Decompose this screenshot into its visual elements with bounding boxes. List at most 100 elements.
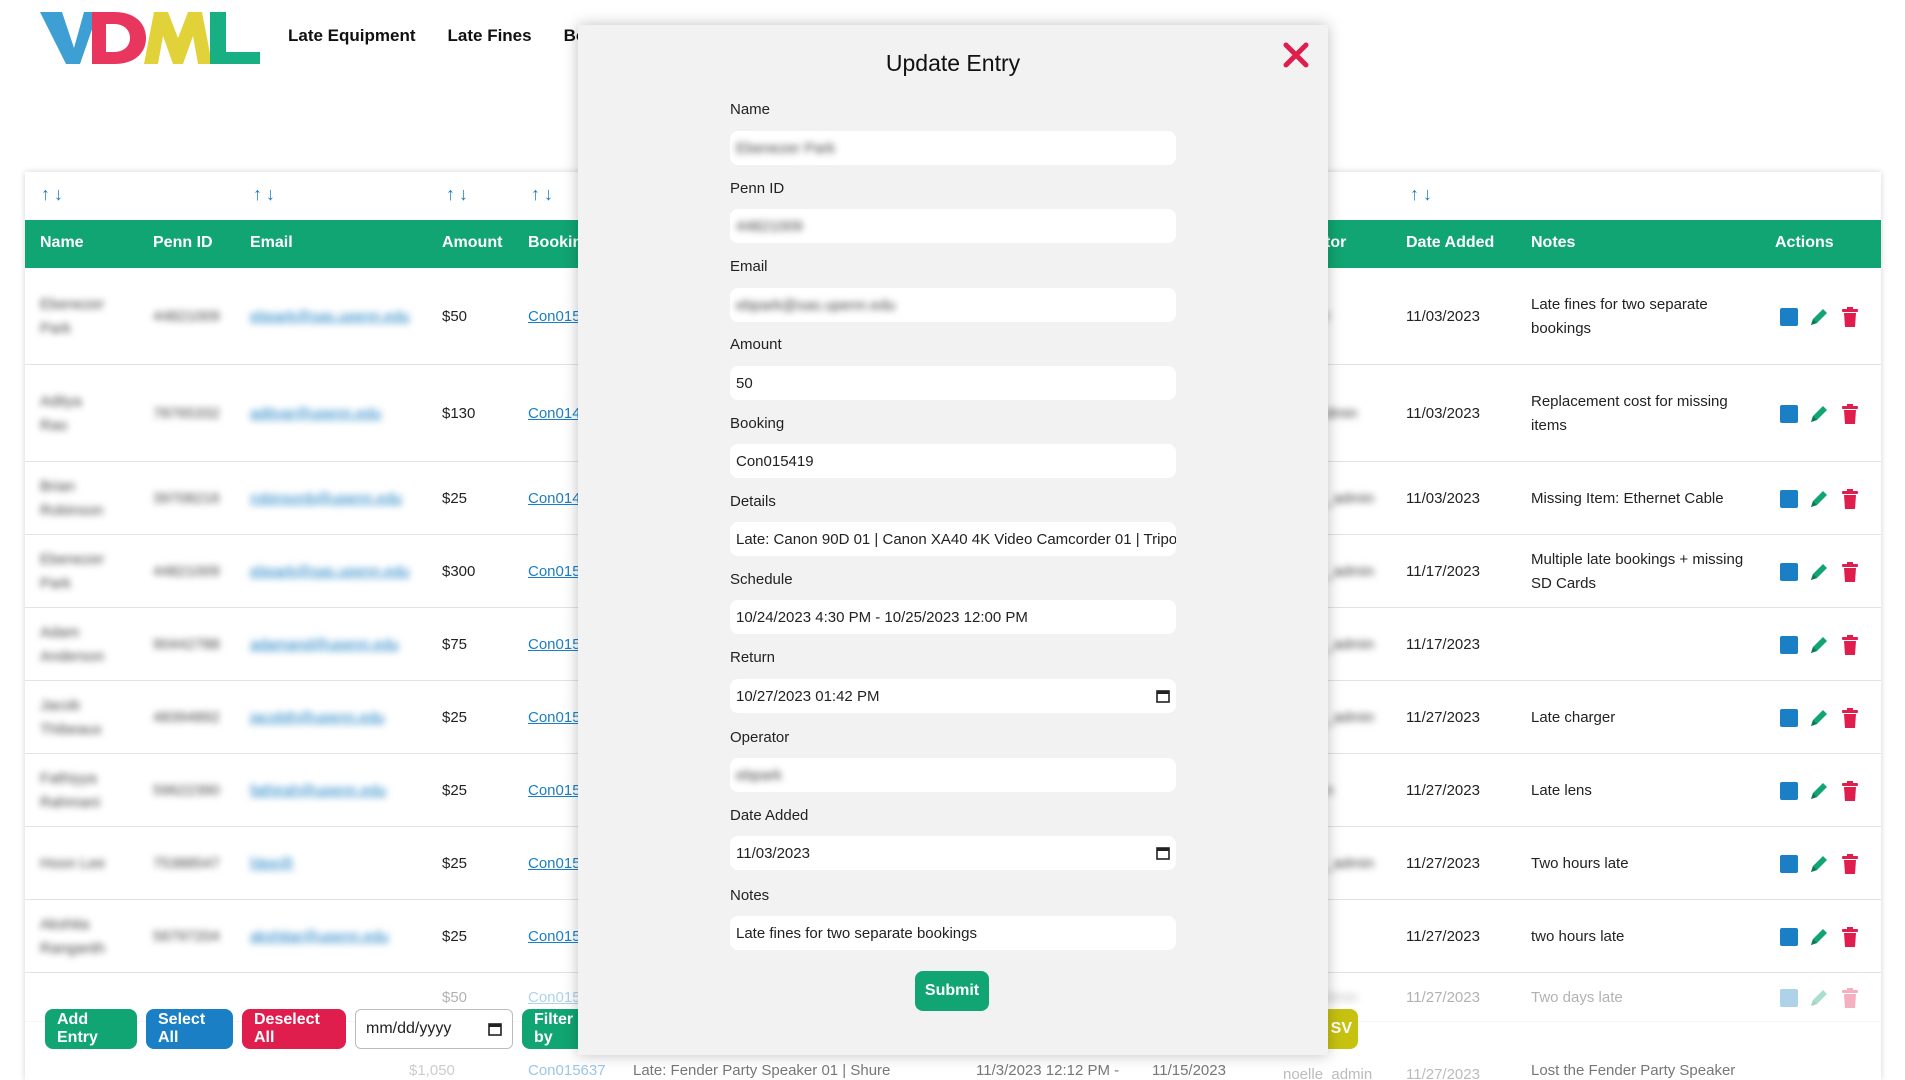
edit-pencil-icon[interactable] — [1808, 707, 1830, 729]
row-actions — [1780, 707, 1860, 729]
booking-field[interactable]: Con015419 — [730, 444, 1176, 478]
select-checkbox-icon[interactable] — [1780, 562, 1798, 581]
select-checkbox-icon[interactable] — [1780, 307, 1798, 326]
submit-button[interactable]: Submit — [915, 971, 989, 1011]
delete-trash-icon[interactable] — [1840, 634, 1860, 656]
partial-booking[interactable]: Con015637 — [528, 1062, 606, 1079]
cell-email[interactable]: adityar@upenn.edu — [250, 405, 381, 422]
return-field[interactable]: 10/27/2023 01:42 PM — [730, 679, 1176, 713]
calendar-icon[interactable] — [488, 1022, 502, 1036]
sort-date-added-arrows-icon[interactable]: ↑↓ — [1410, 184, 1436, 205]
email-field[interactable]: ebpark@sas.upenn.edu — [730, 288, 1176, 322]
cell-email[interactable]: adamand@upenn.edu — [250, 636, 399, 653]
delete-trash-icon[interactable] — [1840, 926, 1860, 948]
nav-late-equipment[interactable]: Late Equipment — [288, 26, 416, 46]
cell-booking[interactable]: Con015 — [528, 563, 581, 580]
delete-trash-icon[interactable] — [1840, 561, 1860, 583]
cell-email[interactable]: akshitar@upenn.edu — [250, 928, 389, 945]
col-date-added[interactable]: Date Added — [1406, 234, 1494, 252]
cell-email[interactable]: hlee@ — [250, 855, 294, 872]
sort-booking-arrows-icon[interactable]: ↑↓ — [531, 184, 557, 205]
row-actions — [1780, 853, 1860, 875]
row-actions — [1780, 488, 1860, 510]
schedule-value: 10/24/2023 4:30 PM - 10/25/2023 12:00 PM — [736, 608, 1028, 626]
cell-email[interactable]: ebpark@sas.upenn.edu — [250, 563, 410, 580]
cell-booking[interactable]: Con015 — [528, 989, 581, 1006]
delete-trash-icon[interactable] — [1840, 306, 1860, 328]
cell-date-added: 11/17/2023 — [1406, 636, 1480, 653]
select-checkbox-icon[interactable] — [1780, 854, 1798, 873]
cell-name: Adam Anderson — [40, 624, 105, 665]
name-field[interactable]: Ebenezer Park — [730, 131, 1176, 165]
cell-operator: _admin — [1325, 855, 1375, 872]
edit-pencil-icon[interactable] — [1808, 561, 1830, 583]
col-name[interactable]: Name — [40, 234, 84, 252]
nav-late-fines[interactable]: Late Fines — [448, 26, 532, 46]
details-value: Late: Canon 90D 01 | Canon XA40 4K Video… — [736, 530, 1176, 548]
cell-email[interactable]: jacobth@upenn.edu — [250, 709, 385, 726]
edit-pencil-icon[interactable] — [1808, 488, 1830, 510]
notes-field[interactable]: Late fines for two separate bookings — [730, 916, 1176, 950]
schedule-field[interactable]: 10/24/2023 4:30 PM - 10/25/2023 12:00 PM — [730, 600, 1176, 634]
cell-name: Hoon Lee — [40, 855, 106, 872]
penn-id-field[interactable]: 44821009 — [730, 209, 1176, 243]
delete-trash-icon[interactable] — [1840, 403, 1860, 425]
delete-trash-icon[interactable] — [1840, 987, 1860, 1009]
delete-trash-icon[interactable] — [1840, 488, 1860, 510]
select-checkbox-icon[interactable] — [1780, 404, 1798, 423]
delete-trash-icon[interactable] — [1840, 853, 1860, 875]
select-checkbox-icon[interactable] — [1780, 927, 1798, 946]
details-field[interactable]: Late: Canon 90D 01 | Canon XA40 4K Video… — [730, 522, 1176, 556]
cell-booking[interactable]: Con015 — [528, 928, 581, 945]
cell-booking[interactable]: Con015 — [528, 782, 581, 799]
col-penn-id[interactable]: Penn ID — [153, 234, 213, 252]
delete-trash-icon[interactable] — [1840, 780, 1860, 802]
add-entry-button[interactable]: Add Entry — [45, 1009, 137, 1049]
cell-booking[interactable]: Con015 — [528, 636, 581, 653]
edit-pencil-icon[interactable] — [1808, 306, 1830, 328]
delete-trash-icon[interactable] — [1840, 707, 1860, 729]
close-icon[interactable] — [1278, 37, 1314, 73]
booking-value: Con015419 — [736, 452, 814, 470]
edit-pencil-icon[interactable] — [1808, 926, 1830, 948]
cell-booking[interactable]: Con015 — [528, 709, 581, 726]
edit-pencil-icon[interactable] — [1808, 853, 1830, 875]
cell-email[interactable]: fathirah@upenn.edu — [250, 782, 386, 799]
cell-booking[interactable]: Con014 — [528, 405, 581, 422]
cell-name: Fathiyya Rahmani — [40, 770, 101, 811]
sort-email-arrows-icon[interactable]: ↑↓ — [253, 184, 279, 205]
cell-date-added: 11/03/2023 — [1406, 405, 1480, 422]
cell-booking[interactable]: Con014 — [528, 490, 581, 507]
amount-field[interactable]: 50 — [730, 366, 1176, 400]
cell-email[interactable]: ebpark@sas.upenn.edu — [250, 308, 410, 325]
sort-amount-arrows-icon[interactable]: ↑↓ — [446, 184, 472, 205]
select-checkbox-icon[interactable] — [1780, 988, 1798, 1007]
filter-date-input[interactable]: mm/dd/yyyy — [355, 1009, 513, 1049]
col-email[interactable]: Email — [250, 234, 293, 252]
cell-booking[interactable]: Con015 — [528, 855, 581, 872]
deselect-all-button[interactable]: Deselect All — [242, 1009, 346, 1049]
sort-name-arrows-icon[interactable]: ↑↓ — [41, 184, 67, 205]
edit-pencil-icon[interactable] — [1808, 403, 1830, 425]
col-notes[interactable]: Notes — [1531, 234, 1575, 252]
cell-email[interactable]: robinsonb@upenn.edu — [250, 490, 402, 507]
select-all-button[interactable]: Select All — [146, 1009, 233, 1049]
calendar-icon[interactable] — [1156, 846, 1170, 860]
date-added-field[interactable]: 11/03/2023 — [730, 836, 1176, 870]
edit-pencil-icon[interactable] — [1808, 780, 1830, 802]
update-entry-modal: Update Entry Name Ebenezer Park Penn ID … — [578, 25, 1328, 1055]
edit-pencil-icon[interactable] — [1808, 634, 1830, 656]
operator-field[interactable]: ebpark — [730, 758, 1176, 792]
col-amount[interactable]: Amount — [442, 234, 502, 252]
calendar-icon[interactable] — [1156, 689, 1170, 703]
select-checkbox-icon[interactable] — [1780, 708, 1798, 727]
cell-operator: _admin — [1325, 709, 1375, 726]
select-checkbox-icon[interactable] — [1780, 489, 1798, 508]
col-operator[interactable]: tor — [1325, 234, 1346, 252]
cell-penn-id: 78765332 — [153, 405, 220, 422]
vdml-logo[interactable] — [40, 8, 260, 68]
select-checkbox-icon[interactable] — [1780, 781, 1798, 800]
select-checkbox-icon[interactable] — [1780, 635, 1798, 654]
cell-booking[interactable]: Con015 — [528, 308, 581, 325]
edit-pencil-icon[interactable] — [1808, 987, 1830, 1009]
